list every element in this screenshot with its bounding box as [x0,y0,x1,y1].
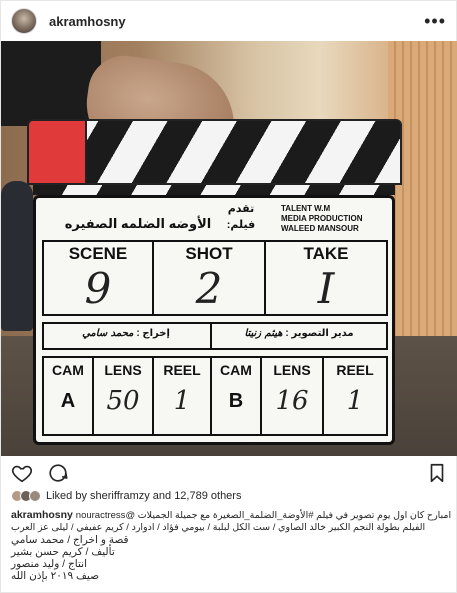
producer-line-1: TALENT W.M [281,204,331,213]
instagram-post: akramhosny ••• TALENT W.M MEDIA PRODUCTI… [0,0,457,593]
dop-label: مدير التصوير : [285,328,354,339]
caption-line: صيف ٢٠١٩ بإذن الله [11,570,100,582]
clapper-hinge [27,119,87,185]
lens-a-value: 50 [106,386,140,416]
action-bar [1,460,457,486]
bookmark-icon[interactable] [426,462,448,484]
lens-a-label: LENS [104,362,142,378]
cam-b-value: B [228,390,244,412]
caption-first-line: akramhosny امبارح كان اول يوم تصوير في ف… [11,509,452,522]
more-options-icon[interactable]: ••• [424,12,446,30]
reel-a-value: 1 [173,386,191,416]
caption-line: انتاج / وليد منصور [11,558,87,570]
photo-sleeve [1,41,101,126]
film-title: الأوضه الضلمه الصفيره [64,216,212,231]
dop-name: هيثم زنيتا [244,328,283,339]
caption-line: قصة و اخراج / محمد سامي [11,534,129,546]
reel-b-value: 1 [346,386,364,416]
reel-b-label: REEL [336,362,374,378]
shot-label: SHOT [185,244,233,263]
scene-label: SCENE [68,244,128,263]
take-label: TAKE [303,244,349,263]
producer-line-2: MEDIA PRODUCTION [281,214,363,223]
reel-a-label: REEL [163,362,201,378]
heart-icon[interactable] [11,462,33,484]
film-label: فيلم: [226,219,256,231]
caption-username[interactable]: akramhosny [11,509,73,521]
clapper-stick-bottom [33,185,395,195]
presents-label: تقدم [227,203,255,215]
caption-line: امبارح كان اول يوم تصوير في فيلم #الأوضة… [75,510,452,521]
caption-line: الفيلم بطولة النجم الكبير خالد الصاوي / … [11,522,426,533]
shot-value: 2 [195,264,223,313]
likes-row: Liked by sherifframzy and 12,789 others [11,489,241,503]
post-photo[interactable]: TALENT W.M MEDIA PRODUCTION WALEED MANSO… [1,41,457,456]
slate-board: TALENT W.M MEDIA PRODUCTION WALEED MANSO… [33,195,395,445]
post-header: akramhosny ••• [1,1,456,41]
caption-line: تأليف / كريم حسن بشير [11,546,115,558]
take-value: I [317,264,335,313]
caption: akramhosny امبارح كان اول يوم تصوير في ف… [11,509,452,582]
username[interactable]: akramhosny [49,14,424,29]
lens-b-label: LENS [273,362,311,378]
lens-b-value: 16 [275,386,309,416]
cam-a-label: CAM [52,362,84,378]
liker-avatar[interactable] [29,490,41,502]
scene-value: 9 [84,264,112,313]
dop-text: مدير التصوير : هيثم زنيتا [214,328,384,339]
producer-line-3: WALEED MANSOUR [281,224,359,233]
director-label: إخراج : [136,328,170,339]
cam-b-label: CAM [220,362,252,378]
clapperboard: TALENT W.M MEDIA PRODUCTION WALEED MANSO… [27,119,405,449]
cam-a-value: A [60,390,76,412]
comment-icon[interactable] [47,462,69,484]
avatar[interactable] [11,8,37,34]
director-text: إخراج : محمد سامي [46,328,206,339]
director-name: محمد سامي [82,328,134,339]
likes-count[interactable]: Liked by sherifframzy and 12,789 others [46,490,241,502]
